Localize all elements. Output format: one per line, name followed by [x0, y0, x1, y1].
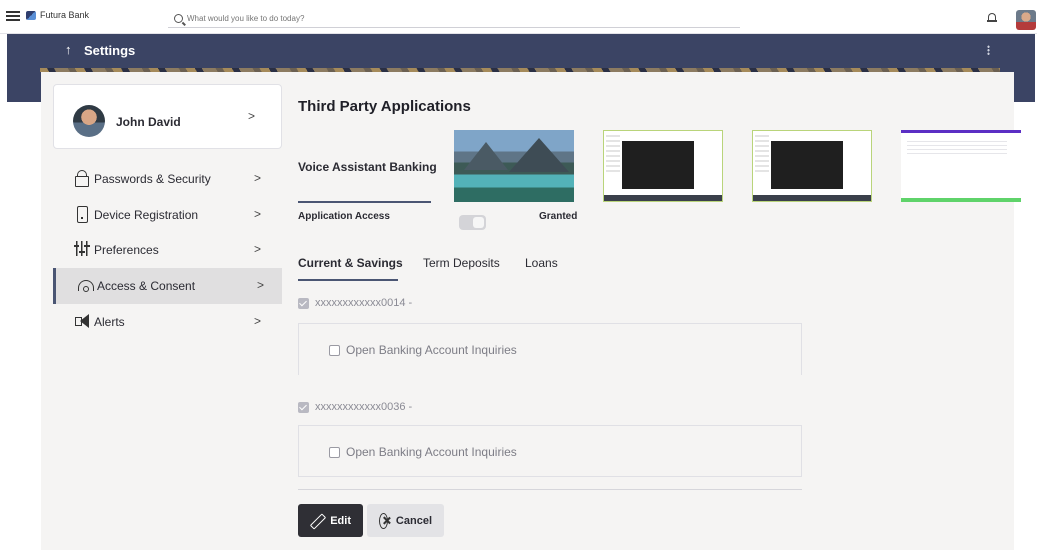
account-checkbox[interactable] — [298, 401, 309, 413]
app-thumbnail-landscape[interactable] — [454, 130, 574, 202]
permission-box: Open Banking Account Inquiries — [298, 425, 802, 477]
sidebar-item-preferences[interactable]: Preferences > — [53, 232, 282, 268]
account-number: xxxxxxxxxxxx0036 - — [315, 401, 413, 413]
megaphone-icon — [74, 313, 90, 329]
chevron-right-icon: > — [254, 171, 262, 185]
permission-checkbox[interactable] — [329, 344, 340, 356]
cancel-button[interactable]: Cancel — [367, 504, 444, 537]
search-input[interactable] — [187, 14, 727, 23]
thumbnail-terminal — [622, 141, 694, 189]
active-tab-underline — [298, 279, 398, 281]
chevron-right-icon: > — [254, 314, 262, 328]
chevron-right-icon: > — [254, 207, 262, 221]
sidebar-item-alerts[interactable]: Alerts > — [53, 304, 282, 340]
permission-row: Open Banking Account Inquiries — [329, 445, 517, 459]
chevron-right-icon: > — [257, 278, 265, 292]
chevron-right-icon: > — [248, 109, 256, 123]
notification-bell-icon[interactable] — [987, 13, 997, 24]
account-row: xxxxxxxxxxxx0014 - — [298, 297, 412, 309]
account-row: xxxxxxxxxxxx0036 - — [298, 401, 412, 413]
cancel-button-label: Cancel — [395, 514, 432, 527]
hamburger-menu-icon[interactable] — [6, 9, 20, 23]
page-title: Settings — [84, 43, 136, 58]
permission-row: Open Banking Account Inquiries — [329, 343, 517, 357]
tab-loans[interactable]: Loans — [525, 256, 558, 270]
thumbnail-taskbar — [604, 195, 722, 201]
sidebar-item-label: Device Registration — [94, 208, 199, 222]
tab-term-deposits[interactable]: Term Deposits — [423, 256, 500, 270]
app-thumbnail-screenshot[interactable] — [603, 130, 723, 202]
access-status: Granted — [539, 211, 578, 222]
app-name[interactable]: Voice Assistant Banking — [298, 160, 437, 174]
thumbnail-sidebar — [606, 135, 620, 175]
brand-name: Futura Bank — [40, 10, 90, 20]
bank-logo-icon — [26, 10, 36, 20]
permission-label: Open Banking Account Inquiries — [346, 343, 517, 357]
sidebar-item-label: Preferences — [94, 243, 159, 257]
thumbnail-terminal — [771, 141, 843, 189]
chevron-right-icon: > — [254, 242, 262, 256]
permission-checkbox[interactable] — [329, 446, 340, 458]
app-thumbnail-screenshot[interactable] — [752, 130, 872, 202]
application-access-toggle[interactable] — [459, 215, 486, 230]
edit-button-label: Edit — [330, 514, 351, 527]
account-checkbox[interactable] — [298, 297, 309, 309]
application-access-label: Application Access — [298, 211, 390, 222]
profile-avatar — [73, 105, 105, 137]
thumbnail-sidebar — [755, 135, 769, 175]
edit-button[interactable]: Edit — [298, 504, 363, 537]
consent-icon — [77, 277, 94, 293]
device-icon — [74, 206, 90, 223]
divider — [298, 489, 802, 490]
lock-icon — [74, 170, 90, 187]
account-number: xxxxxxxxxxxx0014 - — [315, 297, 413, 309]
thumbnail-text-lines — [907, 141, 1007, 155]
close-circle-icon — [379, 512, 388, 529]
sidebar-item-access-consent[interactable]: Access & Consent > — [53, 268, 282, 304]
back-arrow-icon[interactable]: ↑ — [65, 42, 72, 57]
section-title: Third Party Applications — [298, 98, 471, 115]
sidebar-item-device-registration[interactable]: Device Registration > — [53, 197, 282, 233]
profile-name: John David — [116, 115, 181, 129]
pencil-icon — [310, 514, 322, 528]
tab-current-savings[interactable]: Current & Savings — [298, 256, 403, 270]
sidebar-item-label: Access & Consent — [97, 279, 196, 293]
thumbnail-taskbar — [753, 195, 871, 201]
sliders-icon — [74, 241, 90, 257]
brand[interactable]: Futura Bank — [26, 10, 89, 20]
sidebar-item-passwords-security[interactable]: Passwords & Security > — [53, 161, 282, 197]
sidebar-item-label: Passwords & Security — [94, 172, 211, 186]
more-options-icon[interactable] — [987, 45, 990, 55]
search-icon — [174, 14, 183, 23]
user-avatar[interactable] — [1016, 10, 1036, 30]
sidebar-item-label: Alerts — [94, 315, 125, 329]
app-selected-underline — [298, 201, 431, 203]
search-bar[interactable] — [168, 10, 740, 28]
permission-label: Open Banking Account Inquiries — [346, 445, 517, 459]
app-thumbnail-webpage[interactable] — [901, 130, 1021, 202]
permission-box: Open Banking Account Inquiries — [298, 323, 802, 375]
profile-card[interactable]: John David > — [53, 84, 282, 149]
top-bar: Futura Bank — [0, 0, 1037, 34]
